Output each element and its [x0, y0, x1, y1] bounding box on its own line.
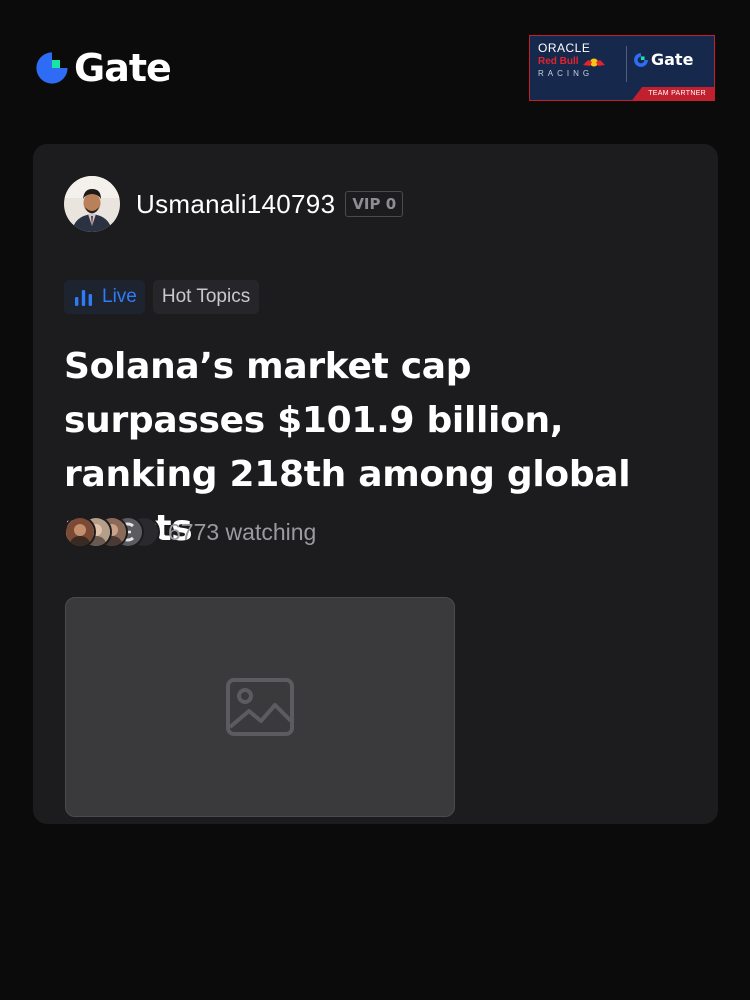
watching-count: 6773 watching	[168, 518, 317, 545]
gate-logo-icon	[36, 52, 68, 84]
tag-live[interactable]: Live	[64, 280, 145, 314]
team-partner-ribbon: TEAM PARTNER	[632, 87, 714, 100]
watcher-avatars	[64, 515, 160, 549]
gate-logo[interactable]: Gate	[34, 46, 172, 90]
post-author[interactable]: Usmanali140793 VIP 0	[64, 176, 404, 232]
watching-indicator: 6773 watching	[64, 514, 316, 550]
post-image[interactable]	[65, 597, 455, 817]
vip-level-badge: VIP 0	[345, 191, 404, 217]
red-bull-lockup: Red Bull	[538, 56, 622, 68]
tag-hot-topics-label: Hot Topics	[161, 286, 251, 307]
avatar[interactable]	[64, 176, 120, 232]
banner-divider	[626, 46, 627, 82]
author-username[interactable]: Usmanali140793	[136, 189, 335, 220]
post-card[interactable]: Usmanali140793 VIP 0 Live Hot Topics Sol…	[33, 144, 718, 824]
red-bull-text: Red Bull	[538, 56, 579, 67]
image-placeholder-icon	[226, 678, 294, 736]
oracle-red-bull-racing-logo: ORACLE Red Bull RACING	[538, 42, 622, 80]
banner-gate-logo: Gate	[633, 51, 693, 69]
tag-hot-topics[interactable]: Hot Topics	[152, 280, 260, 314]
tag-live-label: Live	[102, 286, 137, 307]
banner-gate-text: Gate	[651, 50, 694, 69]
racing-text: RACING	[538, 69, 594, 78]
post-tags: Live Hot Topics	[64, 280, 260, 314]
team-partner-banner[interactable]: ORACLE Red Bull RACING Gate TEAM PARTNER	[529, 35, 715, 101]
watcher-avatar	[64, 516, 96, 548]
bar-chart-icon	[75, 289, 92, 306]
oracle-text: ORACLE	[538, 41, 591, 55]
gate-logo-icon	[634, 53, 648, 67]
bull-icon	[582, 58, 605, 66]
logo-text: Gate	[74, 46, 172, 90]
